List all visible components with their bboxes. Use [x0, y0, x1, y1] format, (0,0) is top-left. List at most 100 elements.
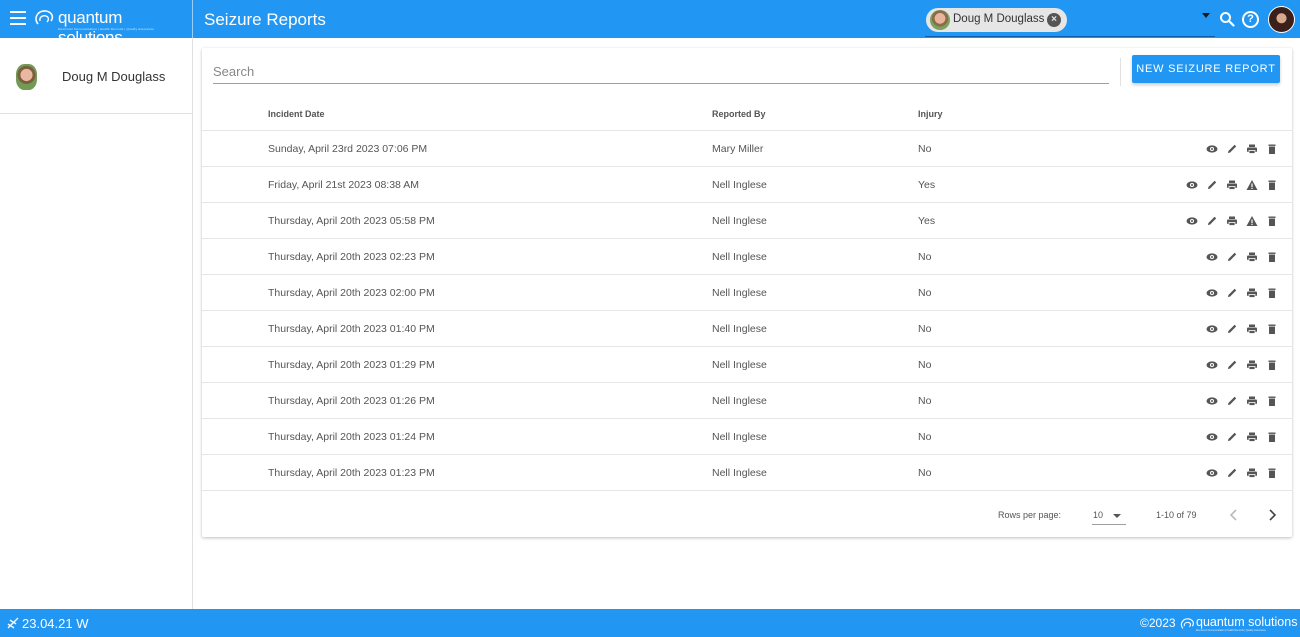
reported-by-cell: Nell Inglese	[712, 215, 767, 227]
header-reported-by[interactable]: Reported By	[712, 109, 766, 119]
delete-icon[interactable]	[1266, 287, 1278, 299]
rows-per-page-select[interactable]: 10	[1092, 505, 1126, 525]
delete-icon[interactable]	[1266, 359, 1278, 371]
chevron-right-icon[interactable]	[1264, 507, 1280, 523]
edit-icon[interactable]	[1226, 251, 1238, 263]
injury-cell: No	[918, 143, 932, 155]
view-icon[interactable]	[1206, 395, 1218, 407]
table-row[interactable]: Thursday, April 20th 2023 01:40 PM Nell I…	[202, 311, 1292, 347]
delete-icon[interactable]	[1266, 395, 1278, 407]
injury-cell: No	[918, 467, 932, 479]
brand-logo: quantum solutions Electronic Documentati…	[34, 6, 186, 47]
help-icon[interactable]: ?	[1242, 11, 1259, 28]
reported-by-cell: Nell Inglese	[712, 359, 767, 371]
delete-icon[interactable]	[1266, 215, 1278, 227]
table-row[interactable]: Thursday, April 20th 2023 01:29 PM Nell I…	[202, 347, 1292, 383]
row-actions	[1206, 250, 1278, 264]
reported-by-cell: Mary Miller	[712, 143, 764, 155]
edit-icon[interactable]	[1206, 215, 1218, 227]
print-icon[interactable]	[1246, 467, 1258, 479]
footer-brand-name: quantum solutions	[1196, 615, 1298, 629]
user-avatar[interactable]	[1268, 6, 1295, 33]
injury-cell: No	[918, 359, 932, 371]
delete-icon[interactable]	[1266, 431, 1278, 443]
delete-icon[interactable]	[1266, 323, 1278, 335]
sidebar-person-name[interactable]: Doug M Douglass	[62, 69, 165, 84]
table-row[interactable]: Thursday, April 20th 2023 02:00 PM Nell I…	[202, 275, 1292, 311]
print-icon[interactable]	[1226, 179, 1238, 191]
edit-icon[interactable]	[1226, 431, 1238, 443]
delete-icon[interactable]	[1266, 143, 1278, 155]
copyright-label: ©2023	[1140, 616, 1176, 630]
incident-date-cell: Thursday, April 20th 2023 01:40 PM	[268, 323, 435, 335]
incident-date-cell: Thursday, April 20th 2023 01:23 PM	[268, 467, 435, 479]
print-icon[interactable]	[1246, 251, 1258, 263]
reported-by-cell: Nell Inglese	[712, 179, 767, 191]
table-row[interactable]: Sunday, April 23rd 2023 07:06 PM Mary Mil…	[202, 131, 1292, 167]
sidebar: Doug M Douglass	[0, 38, 193, 609]
delete-icon[interactable]	[1266, 467, 1278, 479]
injury-cell: No	[918, 395, 932, 407]
reported-by-cell: Nell Inglese	[712, 467, 767, 479]
table-row[interactable]: Thursday, April 20th 2023 01:23 PM Nell I…	[202, 455, 1292, 491]
view-icon[interactable]	[1186, 179, 1198, 191]
view-icon[interactable]	[1186, 215, 1198, 227]
logo-swirl-icon	[1180, 618, 1194, 629]
warning-icon[interactable]	[1246, 179, 1258, 191]
edit-icon[interactable]	[1226, 395, 1238, 407]
version-label: 23.04.21 W	[22, 616, 89, 631]
header-injury[interactable]: Injury	[918, 109, 943, 119]
new-seizure-report-button[interactable]: NEW SEIZURE REPORT	[1132, 55, 1280, 83]
print-icon[interactable]	[1246, 395, 1258, 407]
table-row[interactable]: Thursday, April 20th 2023 01:26 PM Nell I…	[202, 383, 1292, 419]
row-actions	[1206, 358, 1278, 372]
table-row[interactable]: Thursday, April 20th 2023 02:23 PM Nell I…	[202, 239, 1292, 275]
reported-by-cell: Nell Inglese	[712, 395, 767, 407]
delete-icon[interactable]	[1266, 251, 1278, 263]
print-icon[interactable]	[1226, 215, 1238, 227]
search-icon[interactable]	[1219, 11, 1235, 27]
edit-icon[interactable]	[1226, 287, 1238, 299]
view-icon[interactable]	[1206, 287, 1218, 299]
menu-icon[interactable]	[10, 11, 26, 25]
search-input[interactable]	[213, 62, 1103, 80]
print-icon[interactable]	[1246, 431, 1258, 443]
table-row[interactable]: Thursday, April 20th 2023 05:58 PM Nell I…	[202, 203, 1292, 239]
view-icon[interactable]	[1206, 359, 1218, 371]
table-row[interactable]: Friday, April 21st 2023 08:38 AM Nell Ing…	[202, 167, 1292, 203]
row-actions	[1206, 286, 1278, 300]
header-incident-date[interactable]: Incident Date	[268, 109, 325, 119]
sidebar-divider	[0, 113, 192, 114]
view-icon[interactable]	[1206, 323, 1218, 335]
edit-icon[interactable]	[1226, 323, 1238, 335]
edit-icon[interactable]	[1206, 179, 1218, 191]
incident-date-cell: Thursday, April 20th 2023 02:23 PM	[268, 251, 435, 263]
view-icon[interactable]	[1206, 251, 1218, 263]
dropdown-arrow-icon[interactable]	[1202, 13, 1210, 18]
print-icon[interactable]	[1246, 359, 1258, 371]
search-field	[213, 56, 1109, 84]
view-icon[interactable]	[1206, 143, 1218, 155]
warning-icon[interactable]	[1246, 215, 1258, 227]
row-actions	[1186, 178, 1278, 192]
footer-brand-tagline: Electronic Documentation | Health Record…	[1196, 629, 1266, 632]
delete-icon[interactable]	[1266, 179, 1278, 191]
edit-icon[interactable]	[1226, 467, 1238, 479]
print-icon[interactable]	[1246, 287, 1258, 299]
print-icon[interactable]	[1246, 323, 1258, 335]
injury-cell: No	[918, 287, 932, 299]
row-actions	[1206, 466, 1278, 480]
edit-icon[interactable]	[1226, 143, 1238, 155]
chip-label: Doug M Douglass	[953, 13, 1045, 25]
injury-cell: Yes	[918, 215, 936, 227]
view-icon[interactable]	[1206, 467, 1218, 479]
table-row[interactable]: Thursday, April 20th 2023 01:24 PM Nell I…	[202, 419, 1292, 455]
view-icon[interactable]	[1206, 431, 1218, 443]
selected-person-chip[interactable]: Doug M Douglass ×	[926, 8, 1067, 32]
table-pagination: Rows per page: 10 1-10 of 79	[202, 493, 1292, 537]
chevron-left-icon[interactable]	[1226, 507, 1242, 523]
incident-date-cell: Thursday, April 20th 2023 05:58 PM	[268, 215, 435, 227]
print-icon[interactable]	[1246, 143, 1258, 155]
edit-icon[interactable]	[1226, 359, 1238, 371]
close-circle-icon[interactable]: ×	[1047, 13, 1061, 27]
